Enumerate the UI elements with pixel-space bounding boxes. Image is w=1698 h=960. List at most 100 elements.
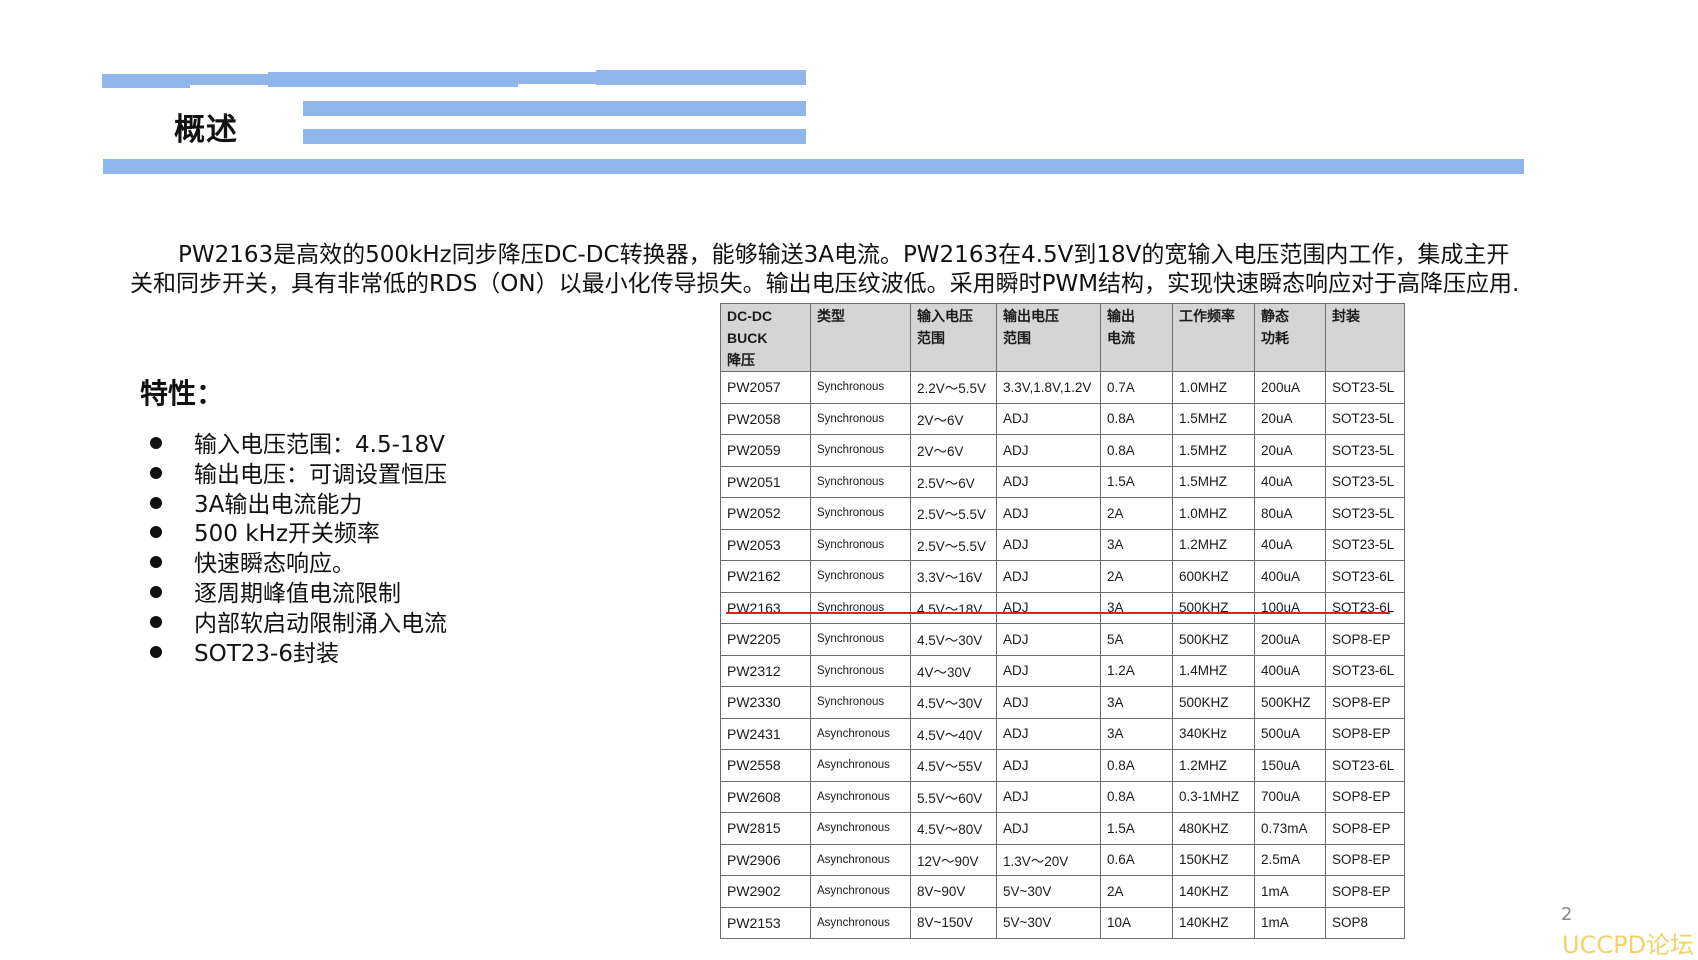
header-bar-6 xyxy=(303,101,806,116)
feature-item: SOT23-6封装 xyxy=(150,640,447,670)
table-cell: 500uA xyxy=(1254,717,1326,750)
table-row: PW2153 Asynchronous 8V~150V 5V~30V 10A 140KHZ… xyxy=(720,906,1405,939)
table-cell: 0.73mA xyxy=(1254,812,1326,845)
table-cell: 40uA xyxy=(1254,528,1326,561)
table-cell: 1.0MHZ xyxy=(1172,497,1255,530)
table-cell: 2A xyxy=(1100,560,1173,593)
table-cell: SOT23-6L xyxy=(1325,560,1405,593)
table-row: PW2052 Synchronous 2.5V～5.5V ADJ 2A 1.0MHZ 80u… xyxy=(720,497,1405,530)
table-cell: 500KHZ xyxy=(1172,686,1255,719)
table-cell: 2V～6V xyxy=(910,402,997,435)
table-cell: 150uA xyxy=(1254,749,1326,782)
table-cell: 20uA xyxy=(1254,402,1326,435)
table-cell: PW2058 xyxy=(720,402,811,435)
product-table: DC-DC BUCK 降压 类型 输入电压 范围 输出电压 范围 输出 电流 工作频率 静态 功耗 封装 … xyxy=(720,303,1405,939)
table-cell: 1mA xyxy=(1254,875,1326,908)
table-cell: SOP8-EP xyxy=(1325,780,1405,813)
table-cell: SOP8 xyxy=(1325,906,1405,939)
table-cell: 2A xyxy=(1100,497,1173,530)
feature-item: 输出电压：可调设置恒压 xyxy=(150,461,447,491)
table-cell: PW2906 xyxy=(720,843,811,876)
table-cell: 5V~30V xyxy=(996,875,1101,908)
table-cell: PW2057 xyxy=(720,371,811,404)
table-cell: 3A xyxy=(1100,686,1173,719)
table-row: PW2906 Asynchronous 12V～90V 1.3V～20V 0.6A 150… xyxy=(720,843,1405,876)
table-cell: Synchronous xyxy=(810,434,911,467)
table-cell: ADJ xyxy=(996,465,1101,498)
table-cell: 1.5A xyxy=(1100,812,1173,845)
table-cell: PW2051 xyxy=(720,465,811,498)
table-cell: PW2558 xyxy=(720,749,811,782)
table-cell: 0.8A xyxy=(1100,402,1173,435)
table-cell: 4V～30V xyxy=(910,654,997,687)
table-cell: 8V~150V xyxy=(910,906,997,939)
feature-item: 输入电压范围：4.5-18V xyxy=(150,431,447,461)
table-cell: SOT23-5L xyxy=(1325,465,1405,498)
table-cell: 0.3-1MHZ xyxy=(1172,780,1255,813)
page-number: 2 xyxy=(1561,904,1573,925)
table-cell: 1.2MHZ xyxy=(1172,528,1255,561)
table-cell: ADJ xyxy=(996,591,1101,624)
table-cell: PW2902 xyxy=(720,875,811,908)
table-cell: SOT23-6L xyxy=(1325,654,1405,687)
table-row: PW2608 Asynchronous 5.5V～60V ADJ 0.8A 0.3-1MH… xyxy=(720,780,1405,813)
table-row: PW2902 Asynchronous 8V~90V 5V~30V 2A 140KHZ 1m… xyxy=(720,875,1405,908)
table-cell: 3A xyxy=(1100,717,1173,750)
table-cell: Asynchronous xyxy=(810,780,911,813)
table-cell: 1.5MHZ xyxy=(1172,402,1255,435)
table-cell: 100uA xyxy=(1254,591,1326,624)
table-cell: 0.8A xyxy=(1100,749,1173,782)
bullet-icon xyxy=(150,556,162,569)
table-header-row: DC-DC BUCK 降压 类型 输入电压 范围 输出电压 范围 输出 电流 工作频率 静态 功耗 封装 xyxy=(720,303,1405,372)
table-cell: Synchronous xyxy=(810,465,911,498)
header-bar-long xyxy=(103,159,1524,174)
table-cell: 12V～90V xyxy=(910,843,997,876)
table-cell: 1.2A xyxy=(1100,654,1173,687)
table-cell: SOT23-5L xyxy=(1325,371,1405,404)
table-cell: 1.3V～20V xyxy=(996,843,1101,876)
table-cell: 1.0MHZ xyxy=(1172,371,1255,404)
table-cell: 3.3V,1.8V,1.2V xyxy=(996,371,1101,404)
table-cell: 0.8A xyxy=(1100,434,1173,467)
table-cell: 150KHZ xyxy=(1172,843,1255,876)
bullet-icon xyxy=(150,437,162,449)
table-cell: PW2059 xyxy=(720,434,811,467)
table-cell: SOP8-EP xyxy=(1325,843,1405,876)
table-cell: 2.5V～6V xyxy=(910,465,997,498)
table-cell: 0.6A xyxy=(1100,843,1173,876)
page-title: 概述 xyxy=(174,112,238,148)
table-row: PW2312 Synchronous 4V～30V ADJ 1.2A 1.4MHZ 400u… xyxy=(720,654,1405,687)
table-cell: SOP8-EP xyxy=(1325,686,1405,719)
feature-item: 快速瞬态响应。 xyxy=(150,550,447,580)
bullet-icon xyxy=(150,466,162,479)
table-cell: 40uA xyxy=(1254,465,1326,498)
table-row: PW2058 Synchronous 2V～6V ADJ 0.8A 1.5MHZ 20uA S… xyxy=(720,402,1405,435)
table-cell: SOP8-EP xyxy=(1325,623,1405,656)
table-cell: 4.5V～80V xyxy=(910,812,997,845)
table-cell: SOT23-5L xyxy=(1325,434,1405,467)
table-cell: 3A xyxy=(1100,591,1173,624)
bullet-icon xyxy=(150,496,162,509)
table-cell: PW2052 xyxy=(720,497,811,530)
table-cell: 4.5V～55V xyxy=(910,749,997,782)
table-cell: PW2608 xyxy=(720,780,811,813)
table-cell: 20uA xyxy=(1254,434,1326,467)
highlight-underline xyxy=(726,612,1390,614)
table-cell: 400uA xyxy=(1254,654,1326,687)
table-cell: 1mA xyxy=(1254,906,1326,939)
table-cell: ADJ xyxy=(996,749,1101,782)
header-bar-7 xyxy=(303,129,806,144)
table-cell: ADJ xyxy=(996,528,1101,561)
table-cell: 80uA xyxy=(1254,497,1326,530)
table-cell: Asynchronous xyxy=(810,749,911,782)
table-cell: Synchronous xyxy=(810,654,911,687)
table-cell: Synchronous xyxy=(810,402,911,435)
table-cell: Asynchronous xyxy=(810,843,911,876)
feature-item: 内部软启动限制涌入电流 xyxy=(150,610,447,640)
header-bar-4 xyxy=(516,72,598,84)
table-header-cell: 输入电压 范围 xyxy=(910,303,997,372)
table-header-cell: 工作频率 xyxy=(1172,303,1255,372)
feature-item: 逐周期峰值电流限制 xyxy=(150,580,447,610)
table-cell: ADJ xyxy=(996,623,1101,656)
table-cell: 10A xyxy=(1100,906,1173,939)
